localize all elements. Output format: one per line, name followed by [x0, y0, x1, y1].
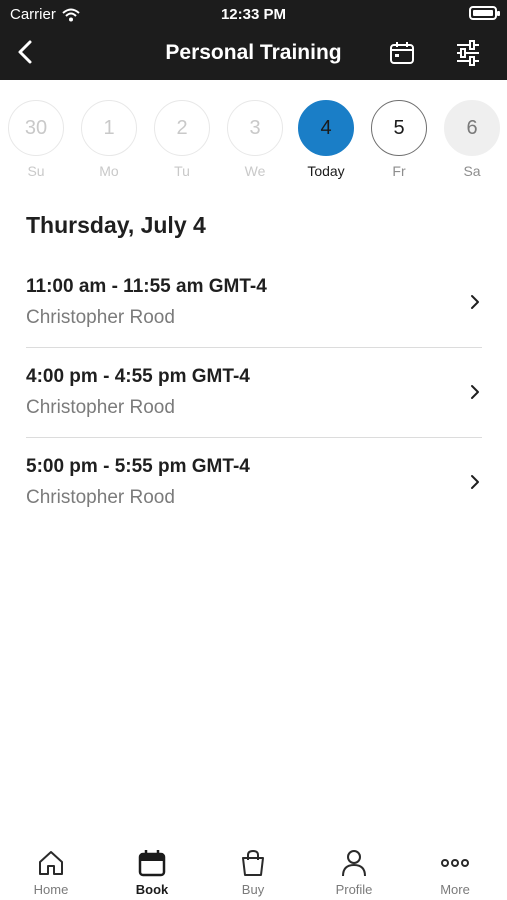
day-circle-selected: 4: [298, 100, 354, 156]
tab-more[interactable]: More: [415, 848, 495, 897]
day-circle: 1: [81, 100, 137, 156]
session-trainer: Christopher Rood: [26, 307, 175, 328]
tab-book[interactable]: Book: [112, 848, 192, 897]
filter-sliders-icon[interactable]: [455, 40, 481, 66]
day-tuesday-2[interactable]: 2 Tu: [154, 100, 210, 180]
day-wednesday-3[interactable]: 3 We: [227, 100, 283, 180]
day-label: Su: [27, 163, 45, 179]
session-row[interactable]: 11:00 am - 11:55 am GMT-4 Christopher Ro…: [26, 258, 482, 348]
person-icon: [342, 850, 366, 877]
day-friday-5[interactable]: 5 Fr: [371, 100, 427, 180]
session-row[interactable]: 4:00 pm - 4:55 pm GMT-4 Christopher Rood: [26, 348, 482, 438]
shopping-bag-icon: [242, 849, 264, 876]
more-dots-icon: [441, 859, 469, 867]
tab-label: Profile: [335, 882, 373, 897]
day-today-4[interactable]: 4 Today: [298, 100, 354, 180]
day-label: We: [244, 163, 266, 179]
tab-label: More: [440, 882, 470, 897]
tab-buy[interactable]: Buy: [213, 848, 293, 897]
top-bar: Carrier 12:33 PM Personal Training: [0, 0, 507, 80]
calendar-icon[interactable]: [389, 40, 415, 66]
tab-home[interactable]: Home: [11, 848, 91, 897]
day-circle: 5: [371, 100, 427, 156]
session-trainer: Christopher Rood: [26, 487, 175, 508]
bottom-tab-bar: Home Book Buy Profile More: [0, 840, 507, 900]
home-icon: [39, 851, 63, 875]
day-label: Tu: [174, 163, 190, 179]
day-circle: 3: [227, 100, 283, 156]
session-row[interactable]: 5:00 pm - 5:55 pm GMT-4 Christopher Rood: [26, 438, 482, 528]
page-title: Personal Training: [165, 41, 342, 64]
status-time: 12:33 PM: [220, 6, 287, 23]
chevron-right-icon: [471, 385, 479, 399]
tab-label: Book: [135, 882, 169, 897]
day-circle: 6: [444, 100, 500, 156]
tab-profile[interactable]: Profile: [314, 848, 394, 897]
tab-label: Buy: [241, 882, 265, 897]
navigation-bar: Personal Training: [0, 28, 507, 80]
day-saturday-6[interactable]: 6 Sa: [444, 100, 500, 180]
day-label: Today: [307, 163, 345, 179]
session-list: 11:00 am - 11:55 am GMT-4 Christopher Ro…: [26, 258, 482, 528]
date-heading: Thursday, July 4: [26, 212, 206, 238]
session-trainer: Christopher Rood: [26, 397, 175, 418]
date-picker-strip: 30 Su 1 Mo 2 Tu 3 We 4 Today 5 Fr 6 Sa: [0, 100, 507, 190]
day-circle: 30: [8, 100, 64, 156]
battery-icon: [469, 6, 500, 20]
session-time: 5:00 pm - 5:55 pm GMT-4: [26, 456, 250, 477]
day-label: Fr: [392, 163, 406, 179]
day-sunday-30[interactable]: 30 Su: [8, 100, 64, 180]
day-label: Sa: [463, 163, 481, 179]
chevron-right-icon: [471, 295, 479, 309]
day-circle: 2: [154, 100, 210, 156]
session-time: 11:00 am - 11:55 am GMT-4: [26, 276, 267, 297]
calendar-icon: [138, 850, 166, 877]
day-label: Mo: [99, 163, 119, 179]
status-bar: Carrier 12:33 PM: [0, 0, 507, 28]
session-time: 4:00 pm - 4:55 pm GMT-4: [26, 366, 250, 387]
chevron-right-icon: [471, 475, 479, 489]
day-monday-1[interactable]: 1 Mo: [81, 100, 137, 180]
tab-label: Home: [33, 882, 69, 897]
